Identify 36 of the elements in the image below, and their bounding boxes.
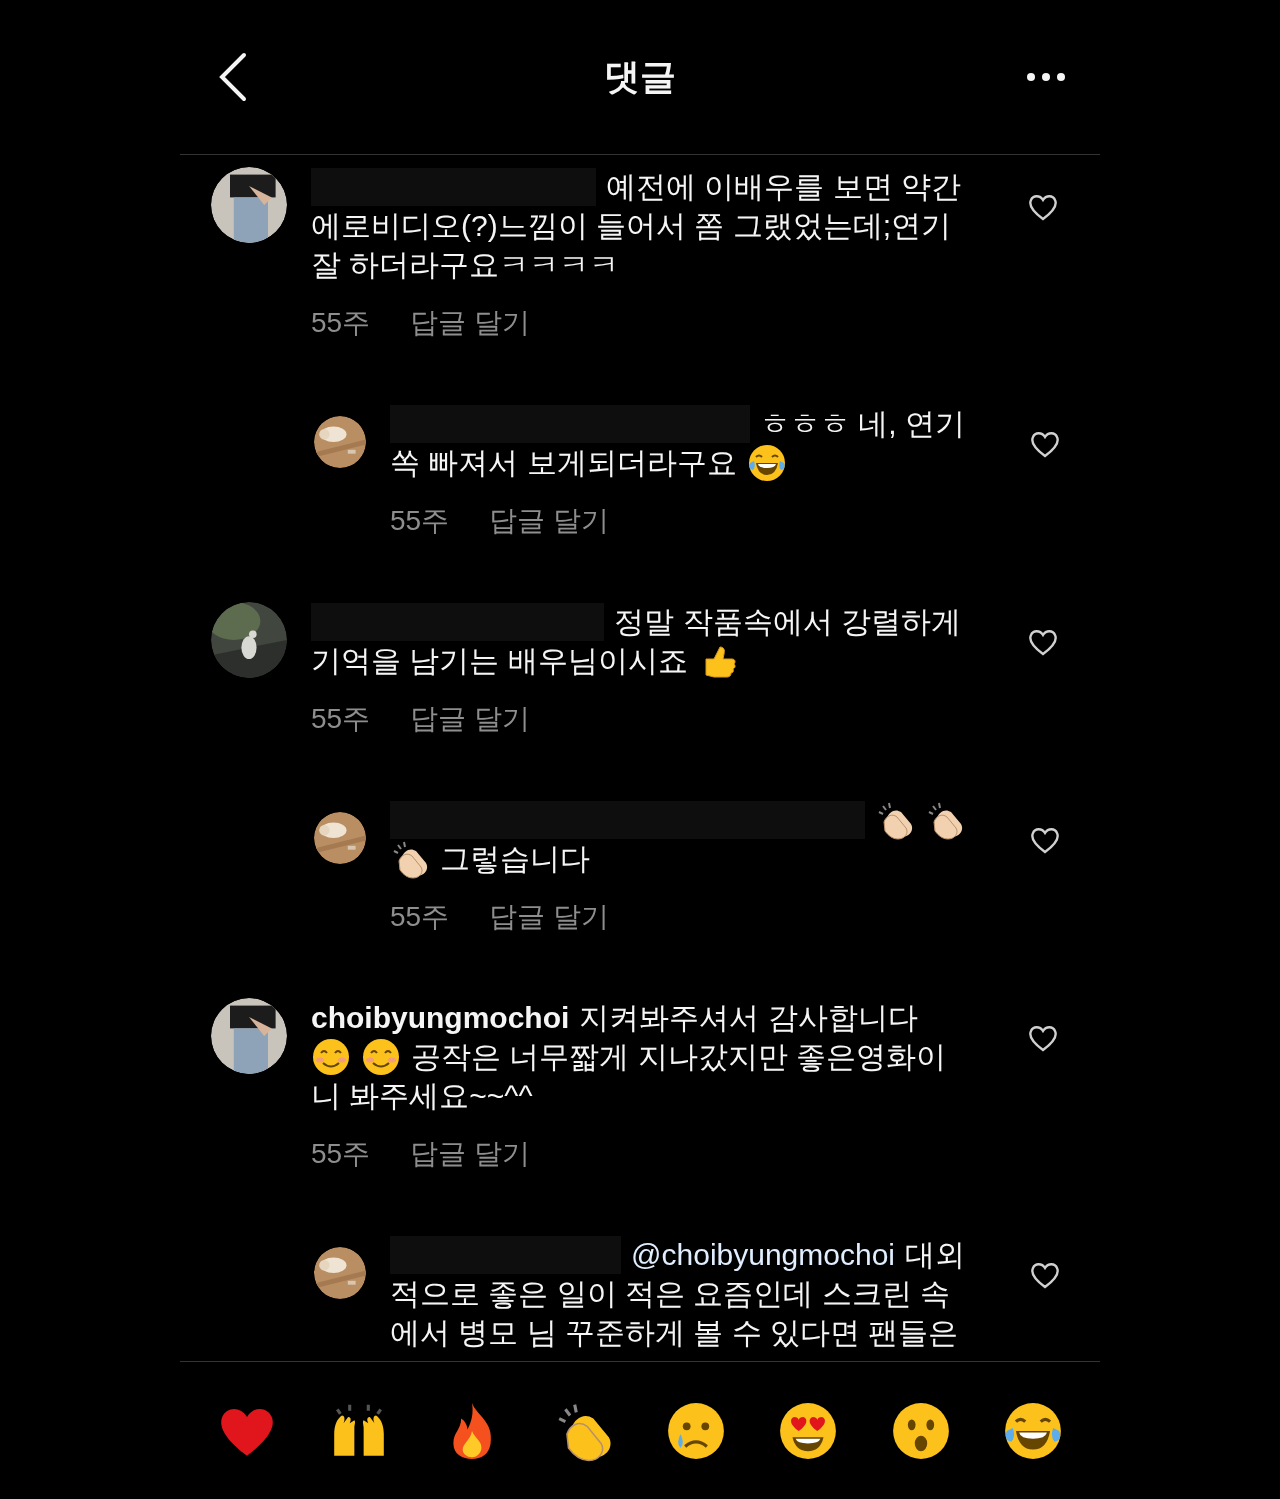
comment-text: 잘 하더라구요ㅋㅋㅋㅋ bbox=[311, 247, 620, 283]
comment-time: 55주 bbox=[311, 702, 371, 736]
username[interactable]: choibyungmochoi bbox=[311, 998, 570, 1037]
heart-icon[interactable] bbox=[1027, 628, 1058, 656]
reply-button[interactable]: 답글 달기 bbox=[489, 898, 609, 936]
comment-text: 적으로 좋은 일이 적은 요즘인데 스크린 속 bbox=[390, 1276, 950, 1312]
heart-icon[interactable] bbox=[1027, 1024, 1058, 1052]
reply-button[interactable]: 답글 달기 bbox=[410, 304, 530, 342]
comment-time: 55주 bbox=[311, 306, 371, 340]
reply-button[interactable]: 답글 달기 bbox=[489, 502, 609, 540]
heart-icon[interactable] bbox=[1027, 193, 1058, 221]
reply-button[interactable]: 답글 달기 bbox=[410, 700, 530, 738]
comment-text: ㅎㅎㅎ 네, 연기 bbox=[760, 406, 965, 442]
laughing-face-icon bbox=[746, 442, 787, 483]
comment-text: 에로비디오(?)느낌이 들어서 쫌 그랬었는데;연기 bbox=[311, 208, 951, 244]
comment-text: 정말 작품속에서 강렬하게 bbox=[614, 604, 961, 640]
heart-icon[interactable] bbox=[1029, 826, 1060, 854]
page-title: 댓글 bbox=[604, 54, 676, 99]
mention-link[interactable]: @choibyungmochoi bbox=[631, 1235, 895, 1274]
comment-text: 예전에 이배우를 보면 약간 bbox=[606, 169, 961, 205]
comment-time: 55주 bbox=[390, 900, 450, 934]
heart-icon[interactable] bbox=[1029, 1261, 1060, 1289]
comment-time: 55주 bbox=[390, 504, 450, 538]
comment-text: 그렇습니다 bbox=[440, 841, 590, 877]
smiling-face-icon bbox=[361, 1036, 401, 1077]
comment-text: 지켜봐주셔서 감사합니다 bbox=[579, 1000, 918, 1036]
smiling-face-icon bbox=[311, 1036, 351, 1077]
heart-icon[interactable] bbox=[1029, 430, 1060, 458]
comment-text: 기억을 남기는 배우님이시죠 bbox=[311, 643, 688, 679]
comment-text: 공작은 너무짧게 지나갔지만 좋은영화이 bbox=[411, 1039, 946, 1075]
reply-button[interactable]: 답글 달기 bbox=[410, 1135, 530, 1173]
comment-text: 쏙 빠져서 보게되더라구요 bbox=[390, 445, 737, 481]
comment-text: 대외 bbox=[905, 1237, 965, 1273]
comment-text: 에서 병모 님 꾸준하게 볼 수 있다면 팬들은 bbox=[390, 1315, 959, 1351]
comment-text: 니 봐주세요~~^^ bbox=[311, 1078, 533, 1114]
comment-time: 55주 bbox=[311, 1137, 371, 1171]
